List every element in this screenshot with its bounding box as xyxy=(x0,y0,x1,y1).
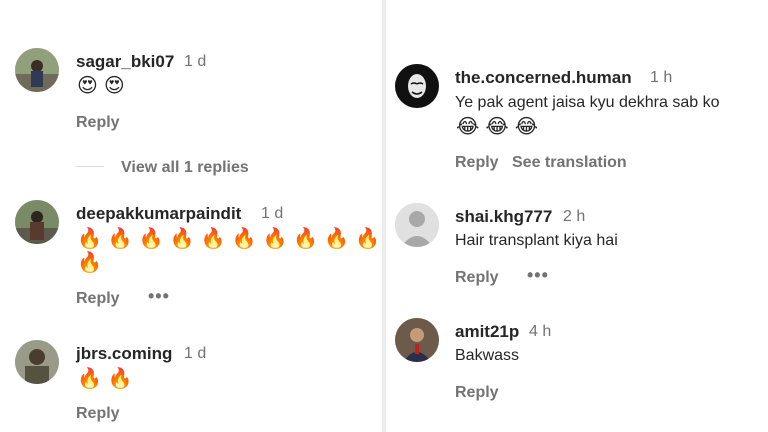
comment-time: 4 h xyxy=(529,323,552,340)
username[interactable]: jbrs.coming xyxy=(76,344,172,364)
comment-emojis: 🔥 🔥 xyxy=(77,367,139,391)
comment-time: 1 d xyxy=(184,345,207,362)
comment-text: Bakwass xyxy=(455,347,520,364)
left-comments-panel: sagar_bki07 1 d 😍 😍 Reply View all 1 repl… xyxy=(0,0,382,432)
right-comments-panel: the.concerned.human 1 h Ye pak agent jai… xyxy=(386,0,768,432)
reply-button[interactable]: Reply xyxy=(76,405,120,423)
comment-jbrs: jbrs.coming 1 d 🔥 🔥 Reply xyxy=(0,0,382,432)
reply-button[interactable]: Reply xyxy=(455,384,499,402)
avatar[interactable] xyxy=(15,340,59,384)
avatar[interactable] xyxy=(395,318,439,362)
username[interactable]: amit21p xyxy=(455,322,519,342)
fire-emoji: 🔥 xyxy=(107,368,133,390)
fire-emoji: 🔥 xyxy=(77,368,102,390)
comment-amit: amit21p 4 h Bakwass Reply xyxy=(386,0,768,432)
